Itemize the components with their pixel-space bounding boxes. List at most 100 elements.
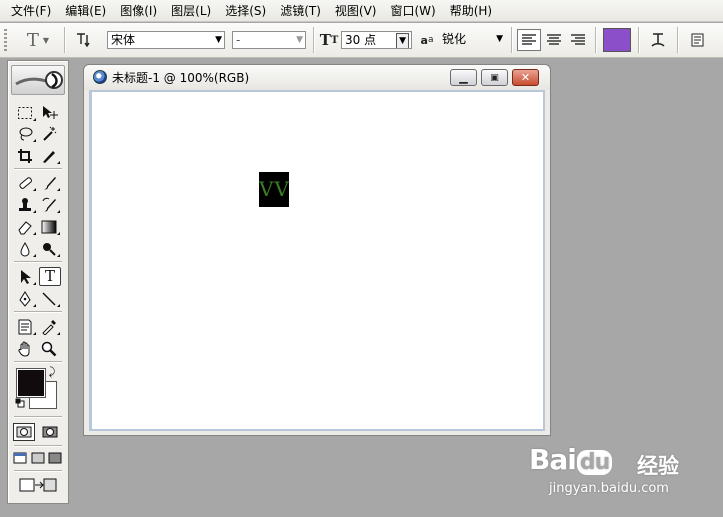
minimize-button[interactable]: ▁ [450,69,477,86]
menu-filter[interactable]: 滤镜(T) [273,0,328,22]
gradient-tool-icon[interactable] [38,217,60,236]
separator [14,311,62,313]
baidu-logo: Bai du [529,443,613,476]
menu-edit[interactable]: 编辑(E) [58,0,113,22]
document-icon [93,70,107,84]
quick-mask-mode-icon[interactable] [39,423,61,441]
font-family-value: 宋体 [111,33,136,47]
separator [14,361,62,363]
baidu-paw-icon: du [576,450,613,475]
maximize-icon: ▣ [490,72,499,83]
menu-help[interactable]: 帮助(H) [443,0,499,22]
text-orientation-icon[interactable] [72,29,96,51]
minimize-icon: ▁ [459,71,468,84]
full-screen-mode-icon[interactable] [47,450,63,466]
text-tool-preset-icon[interactable]: T ▼ [18,29,58,51]
jingyan-text: 经验 [637,454,679,478]
notes-tool-icon[interactable] [14,317,36,336]
brush-tool-icon[interactable] [38,173,60,192]
font-size-select[interactable]: 30 点 ▼ [341,31,412,49]
zoom-tool-icon[interactable] [38,339,60,358]
align-center-button[interactable] [542,29,566,51]
menu-file[interactable]: 文件(F) [4,0,58,22]
document-title-bar[interactable]: 未标题-1 @ 100%(RGB) ▁ ▣ ✕ [84,65,550,90]
maximize-button[interactable]: ▣ [481,69,508,86]
dodge-tool-icon[interactable] [38,239,60,258]
toolbox: T ⤸ [7,60,69,504]
separator [14,470,62,472]
separator [511,27,513,53]
menu-view[interactable]: 视图(V) [328,0,384,22]
menu-image[interactable]: 图像(I) [113,0,164,22]
hand-tool-icon[interactable] [14,339,36,358]
lasso-tool-icon[interactable] [14,124,36,143]
antialias-icon-small: a [427,35,434,45]
swap-colors-icon[interactable]: ⤸ [46,365,58,377]
palettes-icon[interactable] [686,29,710,51]
clone-stamp-tool-icon[interactable] [14,195,36,214]
close-icon: ✕ [520,71,531,84]
menu-window[interactable]: 窗口(W) [383,0,442,22]
path-selection-tool-icon[interactable] [14,267,36,286]
default-colors-icon[interactable] [14,397,26,409]
full-screen-menu-mode-icon[interactable] [30,450,46,466]
magic-wand-tool-icon[interactable] [38,124,60,143]
separator [14,445,62,447]
crop-tool-icon[interactable] [14,146,36,165]
text-layer[interactable]: VV [259,172,289,207]
font-style-select[interactable]: - ▼ [232,31,306,49]
separator [595,27,597,53]
font-family-select[interactable]: 宋体 ▼ [107,31,225,49]
separator [14,168,62,170]
blur-tool-icon[interactable] [14,239,36,258]
font-size-icon: TT [319,31,339,49]
options-bar: T ▼ 宋体 ▼ - ▼ TT 30 点 ▼ aa 锐化 ▼ [0,23,723,58]
healing-brush-tool-icon[interactable] [14,173,36,192]
foreground-color-swatch[interactable] [16,368,46,398]
antialias-select[interactable]: 锐化 ▼ [439,31,505,49]
line-tool-icon[interactable] [38,289,60,308]
standard-mode-icon[interactable] [13,423,35,441]
antialias-value: 锐化 [442,32,467,46]
menu-select[interactable]: 选择(S) [218,0,273,22]
eraser-tool-icon[interactable] [14,217,36,236]
chevron-down-icon: ▼ [496,34,503,44]
close-button[interactable]: ✕ [512,69,539,86]
toolbox-header[interactable] [11,65,65,95]
separator [14,261,62,263]
separator [64,27,66,53]
separator [677,27,679,53]
canvas[interactable]: VV [92,92,543,429]
options-bar-grip[interactable] [4,29,7,53]
move-tool-icon[interactable] [38,103,60,122]
slice-tool-icon[interactable] [38,146,60,165]
separator [313,27,315,53]
chevron-down-icon: ▼ [296,35,303,45]
standard-screen-mode-icon[interactable] [12,450,28,466]
baidu-logo-text: Bai [529,443,577,476]
menu-layer[interactable]: 图层(L) [164,0,218,22]
antialias-icon-large: a [420,33,428,47]
font-style-value: - [236,33,241,47]
photoshop-feather-icon [15,71,63,89]
watermark-url: jingyan.baidu.com [549,481,669,496]
eyedropper-tool-icon[interactable] [38,317,60,336]
warp-text-icon[interactable] [646,29,670,51]
separator [14,416,62,418]
menu-bar: 文件(F) 编辑(E) 图像(I) 图层(L) 选择(S) 滤镜(T) 视图(V… [0,0,723,22]
type-tool-icon[interactable]: T [39,267,61,286]
align-left-button[interactable] [517,29,541,51]
pen-tool-icon[interactable] [14,289,36,308]
document-window: 未标题-1 @ 100%(RGB) ▁ ▣ ✕ VV [83,64,551,436]
marquee-tool-icon[interactable] [14,103,36,122]
canvas-frame: VV [89,90,545,431]
history-brush-tool-icon[interactable] [38,195,60,214]
chevron-down-icon: ▼ [215,35,222,45]
font-size-value: 30 点 [345,33,377,47]
chevron-down-icon: ▼ [396,33,409,48]
baidu-jingyan-watermark: Bai du 经验 jingyan.baidu.com [529,441,719,501]
separator [638,27,640,53]
align-right-button[interactable] [566,29,590,51]
jump-to-imageready-icon[interactable] [16,475,60,495]
text-color-swatch[interactable] [603,28,631,52]
